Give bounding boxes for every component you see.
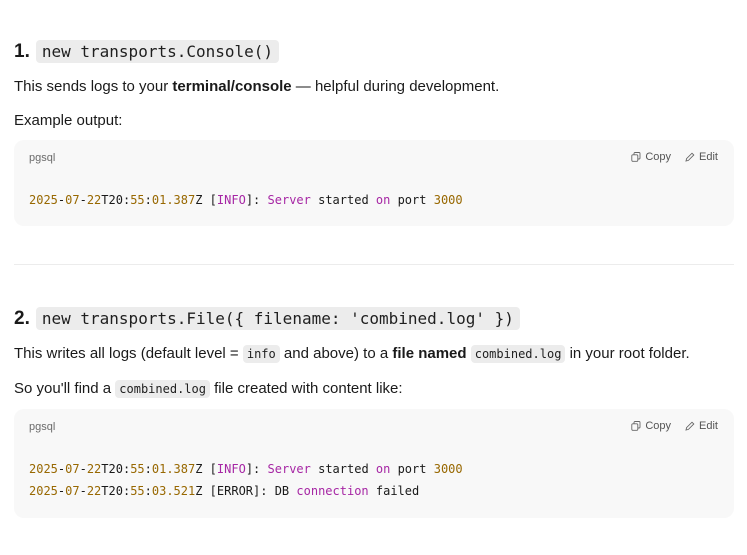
code-token: INFO	[216, 193, 246, 207]
code-token: 2025	[29, 462, 58, 476]
section-number: 2.	[14, 307, 30, 329]
code-line: 2025-07-22T20:55:01.387Z [INFO]: Server …	[29, 189, 463, 211]
code-token: 07	[65, 462, 80, 476]
code-block: pgsql Copy Edit 2025-07-22T20:55:01.387Z…	[14, 140, 734, 226]
code-actions: Copy Edit	[631, 420, 718, 432]
text: file created with content like:	[209, 380, 403, 397]
code-token: 22	[86, 484, 102, 498]
edit-button[interactable]: Edit	[685, 420, 718, 432]
code-token: started	[310, 193, 376, 207]
code-token: 2025	[29, 193, 58, 207]
code-actions: Copy Edit	[631, 151, 718, 163]
code-token: started	[310, 462, 376, 476]
code-token: connection	[296, 484, 369, 498]
text: So you'll find a	[14, 380, 116, 397]
code-token: 55	[130, 193, 145, 207]
text: This sends logs to your	[14, 78, 173, 95]
code-lines: 2025-07-22T20:55:01.387Z [INFO]: Server …	[29, 189, 463, 211]
code-token: 01.387	[151, 193, 196, 207]
code-token: T20:	[101, 484, 131, 498]
text: — helpful during development.	[291, 78, 500, 95]
code-token: 22	[86, 462, 102, 476]
code-token: :	[144, 484, 152, 498]
text: and above) to a	[279, 345, 393, 362]
code-token: 03.521	[151, 484, 196, 498]
code-token: INFO	[216, 462, 246, 476]
section-1-heading: 1. new transports.Console()	[14, 40, 280, 63]
code-token: failed	[368, 484, 420, 498]
code-token: Server	[267, 462, 311, 476]
code-token: Z [ERROR]: DB	[195, 484, 297, 498]
code-token: 01.387	[151, 462, 196, 476]
code-token: 22	[86, 193, 102, 207]
paragraph: Example output:	[14, 112, 123, 129]
code-token: Server	[267, 193, 311, 207]
code-token: -	[79, 484, 87, 498]
code-token: 3000	[433, 193, 463, 207]
paragraph: This sends logs to your terminal/console…	[14, 77, 499, 97]
text: This writes all logs (default level =	[14, 345, 243, 362]
copy-label: Copy	[645, 151, 672, 163]
edit-label: Edit	[699, 420, 718, 432]
paragraph: This writes all logs (default level = in…	[14, 344, 690, 364]
code-token: -	[79, 462, 87, 476]
copy-button[interactable]: Copy	[631, 420, 671, 432]
bold-text: terminal/console	[172, 78, 292, 95]
code-token: 3000	[433, 462, 463, 476]
code-lines: 2025-07-22T20:55:01.387Z [INFO]: Server …	[29, 458, 463, 502]
paragraph: So you'll find a combined.log file creat…	[14, 379, 403, 399]
code-language-label: pgsql	[29, 421, 56, 433]
code-token: Z [	[195, 462, 217, 476]
code-token: port	[390, 462, 434, 476]
edit-label: Edit	[699, 151, 718, 163]
code-block: pgsql Copy Edit 2025-07-22T20:55:01.387Z…	[14, 409, 734, 518]
inline-code: new transports.Console()	[35, 40, 280, 63]
section-number: 1.	[14, 40, 30, 62]
code-language-label: pgsql	[29, 152, 56, 164]
code-token: 07	[65, 484, 80, 498]
code-token: on	[375, 462, 391, 476]
code-token: ]:	[245, 193, 268, 207]
code-line: 2025-07-22T20:55:01.387Z [INFO]: Server …	[29, 458, 463, 480]
code-token: 55	[130, 462, 145, 476]
copy-icon	[631, 152, 641, 162]
section-2-heading: 2. new transports.File({ filename: 'comb…	[14, 307, 520, 330]
bold-text: file named	[392, 345, 467, 362]
inline-code: combined.log	[115, 380, 210, 398]
code-token: Z [	[195, 193, 217, 207]
edit-button[interactable]: Edit	[685, 151, 718, 163]
code-token: 07	[65, 193, 80, 207]
code-token: ]:	[245, 462, 268, 476]
edit-icon	[685, 152, 695, 162]
copy-button[interactable]: Copy	[631, 151, 671, 163]
code-token: 55	[130, 484, 145, 498]
copy-icon	[631, 421, 641, 431]
divider	[14, 264, 734, 265]
code-line: 2025-07-22T20:55:03.521Z [ERROR]: DB con…	[29, 480, 463, 502]
copy-label: Copy	[645, 420, 672, 432]
code-token: 2025	[29, 484, 58, 498]
code-token: -	[79, 193, 87, 207]
code-token: port	[390, 193, 434, 207]
inline-code: new transports.File({ filename: 'combine…	[35, 307, 520, 330]
code-token: T20:	[101, 462, 131, 476]
code-token: T20:	[101, 193, 131, 207]
text: in your root folder.	[565, 345, 690, 362]
code-token: :	[144, 193, 152, 207]
edit-icon	[685, 421, 695, 431]
inline-code: info	[242, 345, 280, 363]
code-token: :	[144, 462, 152, 476]
inline-code: combined.log	[470, 345, 566, 363]
code-token: on	[375, 193, 391, 207]
